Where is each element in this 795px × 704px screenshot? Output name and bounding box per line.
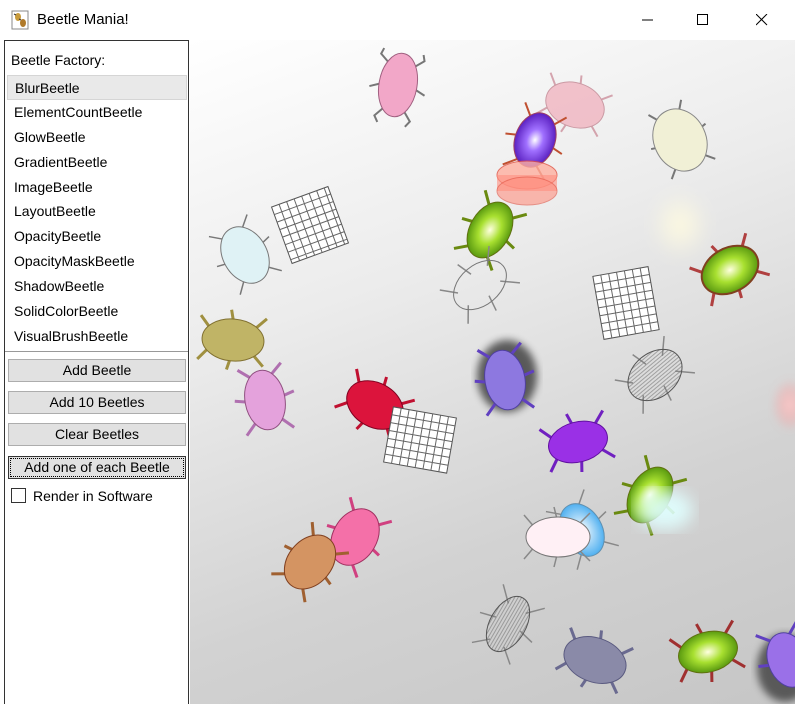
beetle-striped-right[interactable] [610, 331, 699, 419]
window-title: Beetle Mania! [37, 11, 129, 28]
maximize-icon [697, 14, 708, 25]
maximize-button[interactable] [674, 0, 732, 40]
beetle-grid-left[interactable] [270, 185, 350, 265]
beetle-grid-right[interactable] [592, 266, 660, 340]
beetle-orchid[interactable] [230, 361, 301, 437]
list-item-visual-brush-beetle[interactable]: VisualBrushBeetle [7, 324, 187, 349]
render-software-label: Render in Software [33, 488, 153, 504]
list-item-element-count-beetle[interactable]: ElementCountBeetle [7, 100, 187, 125]
list-item-image-beetle[interactable]: ImageBeetle [7, 175, 187, 200]
glow-blob [650, 190, 710, 260]
add-one-of-each-button[interactable]: Add one of each Beetle [8, 456, 186, 479]
minimize-icon [642, 19, 653, 21]
add-beetle-button[interactable]: Add Beetle [8, 359, 186, 382]
beetle-lime-bottom[interactable] [667, 615, 746, 690]
list-divider [5, 351, 188, 352]
beetle-red-blur-edge [772, 379, 795, 431]
beetle-factory-panel: Beetle Factory: BlurBeetle ElementCountB… [4, 40, 189, 704]
beetle-olive[interactable] [196, 307, 268, 373]
beetle-grid-center[interactable] [383, 406, 457, 474]
beetle-cream[interactable] [638, 95, 721, 182]
list-item-opacity-mask-beetle[interactable]: OpacityMaskBeetle [7, 249, 187, 274]
beetle-violet[interactable] [537, 405, 616, 480]
beetle-red-cylinder[interactable] [496, 160, 558, 206]
render-software-checkbox[interactable] [11, 488, 26, 503]
beetle-pink-top[interactable] [363, 47, 431, 130]
app-icon [11, 10, 29, 30]
close-button[interactable] [733, 0, 791, 40]
minimize-button[interactable] [619, 0, 677, 40]
beetle-lightblue-left[interactable] [202, 211, 287, 298]
beetle-canvas[interactable] [190, 40, 795, 704]
title-bar: Beetle Mania! [0, 0, 795, 40]
beetle-scene [196, 47, 795, 702]
clear-beetles-button[interactable]: Clear Beetles [8, 423, 186, 446]
list-item-glow-beetle[interactable]: GlowBeetle [7, 125, 187, 150]
list-item-opacity-beetle[interactable]: OpacityBeetle [7, 224, 187, 249]
close-icon [756, 14, 768, 26]
list-item-solid-color-beetle[interactable]: SolidColorBeetle [7, 299, 187, 324]
glow-cyan [637, 490, 693, 530]
beetle-list[interactable]: BlurBeetle ElementCountBeetle GlowBeetle… [7, 75, 187, 349]
list-item-blur-beetle[interactable]: BlurBeetle [7, 75, 187, 100]
list-item-shadow-beetle[interactable]: ShadowBeetle [7, 274, 187, 299]
add-10-beetles-button[interactable]: Add 10 Beetles [8, 391, 186, 414]
factory-label: Beetle Factory: [11, 52, 106, 68]
beetle-striped-bottom[interactable] [465, 581, 550, 668]
list-item-layout-beetle[interactable]: LayoutBeetle [7, 199, 187, 224]
beetle-slate[interactable] [553, 620, 636, 699]
list-item-gradient-beetle[interactable]: GradientBeetle [7, 150, 187, 175]
